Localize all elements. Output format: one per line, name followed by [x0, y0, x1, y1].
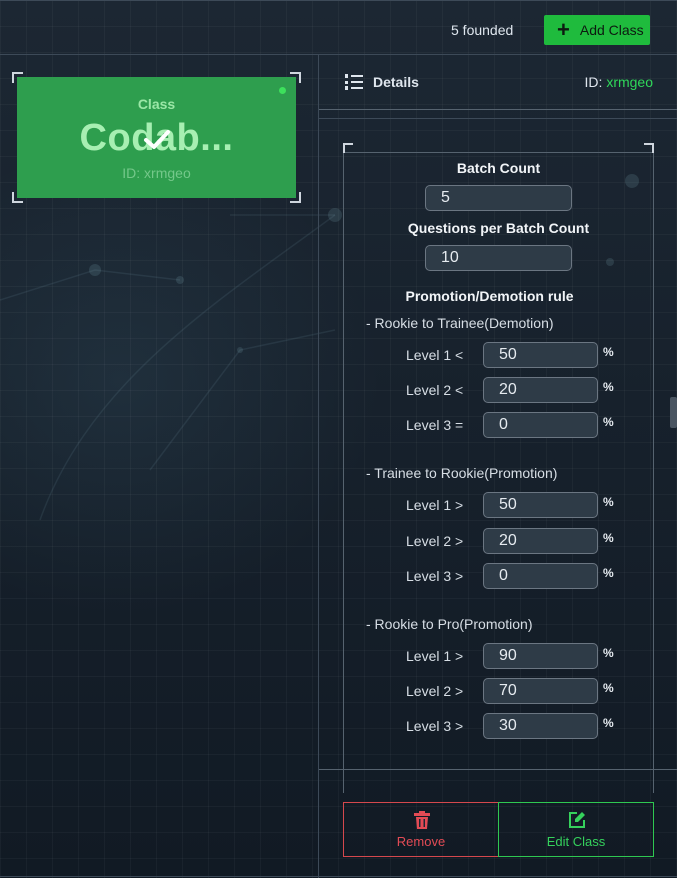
level-label: Level 1 > [406, 497, 464, 513]
details-title: Details [373, 74, 419, 90]
footer-divider [319, 769, 677, 770]
level-1-input[interactable]: 90 [483, 643, 598, 669]
class-card-id: ID: xrmgeo [122, 165, 191, 181]
level-2-input[interactable]: 70 [483, 678, 598, 704]
class-card[interactable]: Class Codab... ID: xrmgeo [17, 77, 296, 198]
level-2-input[interactable]: 20 [483, 528, 598, 554]
trash-icon [414, 811, 430, 829]
section-title-pro-promotion: - Rookie to Pro(Promotion) [366, 616, 533, 632]
questions-per-batch-label: Questions per Batch Count [407, 220, 590, 236]
percent-unit: % [603, 345, 614, 359]
questions-per-batch-input[interactable]: 10 [425, 245, 572, 271]
frame-corner [644, 143, 654, 153]
level-1-input[interactable]: 50 [483, 342, 598, 368]
level-3-input[interactable]: 0 [483, 563, 598, 589]
percent-unit: % [603, 495, 614, 509]
details-id: ID: xrmgeo [585, 74, 653, 90]
top-toolbar: 5 founded + Add Class [0, 0, 677, 55]
panel-divider [318, 55, 319, 878]
panel-resize-handle[interactable] [670, 397, 677, 428]
percent-unit: % [603, 380, 614, 394]
details-divider [319, 118, 677, 119]
level-2-input[interactable]: 20 [483, 377, 598, 403]
add-class-button[interactable]: + Add Class [544, 15, 650, 45]
edit-class-label: Edit Class [546, 834, 606, 849]
details-id-value: xrmgeo [606, 74, 653, 90]
details-form: Batch Count 5 Questions per Batch Count … [343, 143, 654, 793]
section-title-demotion: - Rookie to Trainee(Demotion) [366, 315, 554, 331]
percent-unit: % [603, 716, 614, 730]
percent-unit: % [603, 646, 614, 660]
level-label: Level 3 = [406, 417, 464, 433]
class-card-frame: Class Codab... ID: xrmgeo [12, 72, 301, 203]
level-label: Level 1 > [406, 648, 464, 664]
level-3-input[interactable]: 30 [483, 713, 598, 739]
batch-count-label: Batch Count [456, 160, 541, 176]
percent-unit: % [603, 531, 614, 545]
level-label: Level 2 > [406, 533, 464, 549]
batch-count-input[interactable]: 5 [425, 185, 572, 211]
result-count: 5 founded [451, 22, 514, 38]
plus-icon: + [557, 17, 570, 42]
level-label: Level 2 < [406, 382, 464, 398]
level-label: Level 2 > [406, 683, 464, 699]
percent-unit: % [603, 566, 614, 580]
frame-corner [343, 143, 353, 153]
section-title-trainee-promotion: - Trainee to Rookie(Promotion) [366, 465, 558, 481]
bottom-divider [0, 876, 677, 877]
percent-unit: % [603, 415, 614, 429]
class-card-label: Class [137, 96, 176, 112]
rule-heading: Promotion/Demotion rule [405, 288, 574, 304]
check-icon [144, 130, 170, 149]
level-label: Level 3 > [406, 568, 464, 584]
list-ordered-icon [345, 74, 363, 90]
remove-button[interactable]: Remove [343, 802, 499, 857]
level-label: Level 1 < [406, 347, 464, 363]
edit-icon [569, 812, 585, 828]
level-3-input[interactable]: 0 [483, 412, 598, 438]
details-id-label: ID: [584, 74, 607, 90]
add-class-label: Add Class [579, 22, 644, 38]
level-1-input[interactable]: 50 [483, 492, 598, 518]
details-header: Details ID: xrmgeo [319, 55, 677, 110]
percent-unit: % [603, 681, 614, 695]
edit-class-button[interactable]: Edit Class [498, 802, 654, 857]
remove-label: Remove [396, 834, 446, 849]
level-label: Level 3 > [406, 718, 464, 734]
status-dot [279, 87, 286, 94]
